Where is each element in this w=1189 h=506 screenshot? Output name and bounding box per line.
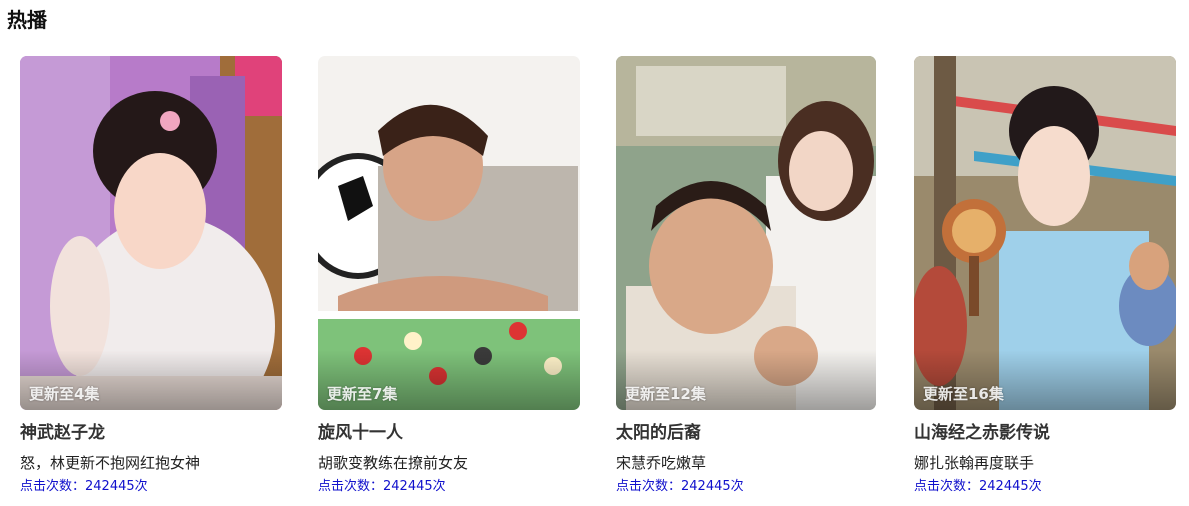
show-subtitle: 胡歌变教练在撩前女友 <box>318 454 469 472</box>
show-card[interactable]: 更新至7集 旋风十一人 胡歌变教练在撩前女友 点击次数：242445次 <box>318 56 580 496</box>
show-poster[interactable]: 更新至7集 <box>318 56 580 410</box>
section-title: 热播 <box>7 8 47 32</box>
show-subtitle: 宋慧乔吃嫩草 <box>616 454 707 472</box>
show-poster[interactable]: 更新至12集 <box>616 56 876 410</box>
show-card[interactable]: 更新至12集 太阳的后裔 宋慧乔吃嫩草 点击次数：242445次 <box>616 56 876 496</box>
hot-shows-grid: 更新至4集 神武赵子龙 怒，林更新不抱网红抱女神 点击次数：242445次 更新… <box>20 56 1180 506</box>
episode-badge: 更新至12集 <box>625 385 706 403</box>
show-title[interactable]: 旋风十一人 <box>318 420 403 446</box>
show-poster[interactable]: 更新至16集 <box>914 56 1176 410</box>
show-card[interactable]: 更新至4集 神武赵子龙 怒，林更新不抱网红抱女神 点击次数：242445次 <box>20 56 282 496</box>
show-subtitle: 娜扎张翰再度联手 <box>914 454 1035 472</box>
show-title[interactable]: 神武赵子龙 <box>20 420 105 446</box>
click-count: 点击次数：242445次 <box>616 479 744 494</box>
click-count: 点击次数：242445次 <box>318 479 446 494</box>
show-poster[interactable]: 更新至4集 <box>20 56 282 410</box>
click-count: 点击次数：242445次 <box>914 479 1042 494</box>
show-title[interactable]: 太阳的后裔 <box>616 420 701 446</box>
show-subtitle: 怒，林更新不抱网红抱女神 <box>20 454 201 472</box>
click-count: 点击次数：242445次 <box>20 479 148 494</box>
show-title[interactable]: 山海经之赤影传说 <box>914 420 1050 446</box>
episode-badge: 更新至4集 <box>29 385 100 403</box>
episode-badge: 更新至7集 <box>327 385 398 403</box>
episode-badge: 更新至16集 <box>923 385 1004 403</box>
show-card[interactable]: 更新至16集 山海经之赤影传说 娜扎张翰再度联手 点击次数：242445次 <box>914 56 1176 496</box>
